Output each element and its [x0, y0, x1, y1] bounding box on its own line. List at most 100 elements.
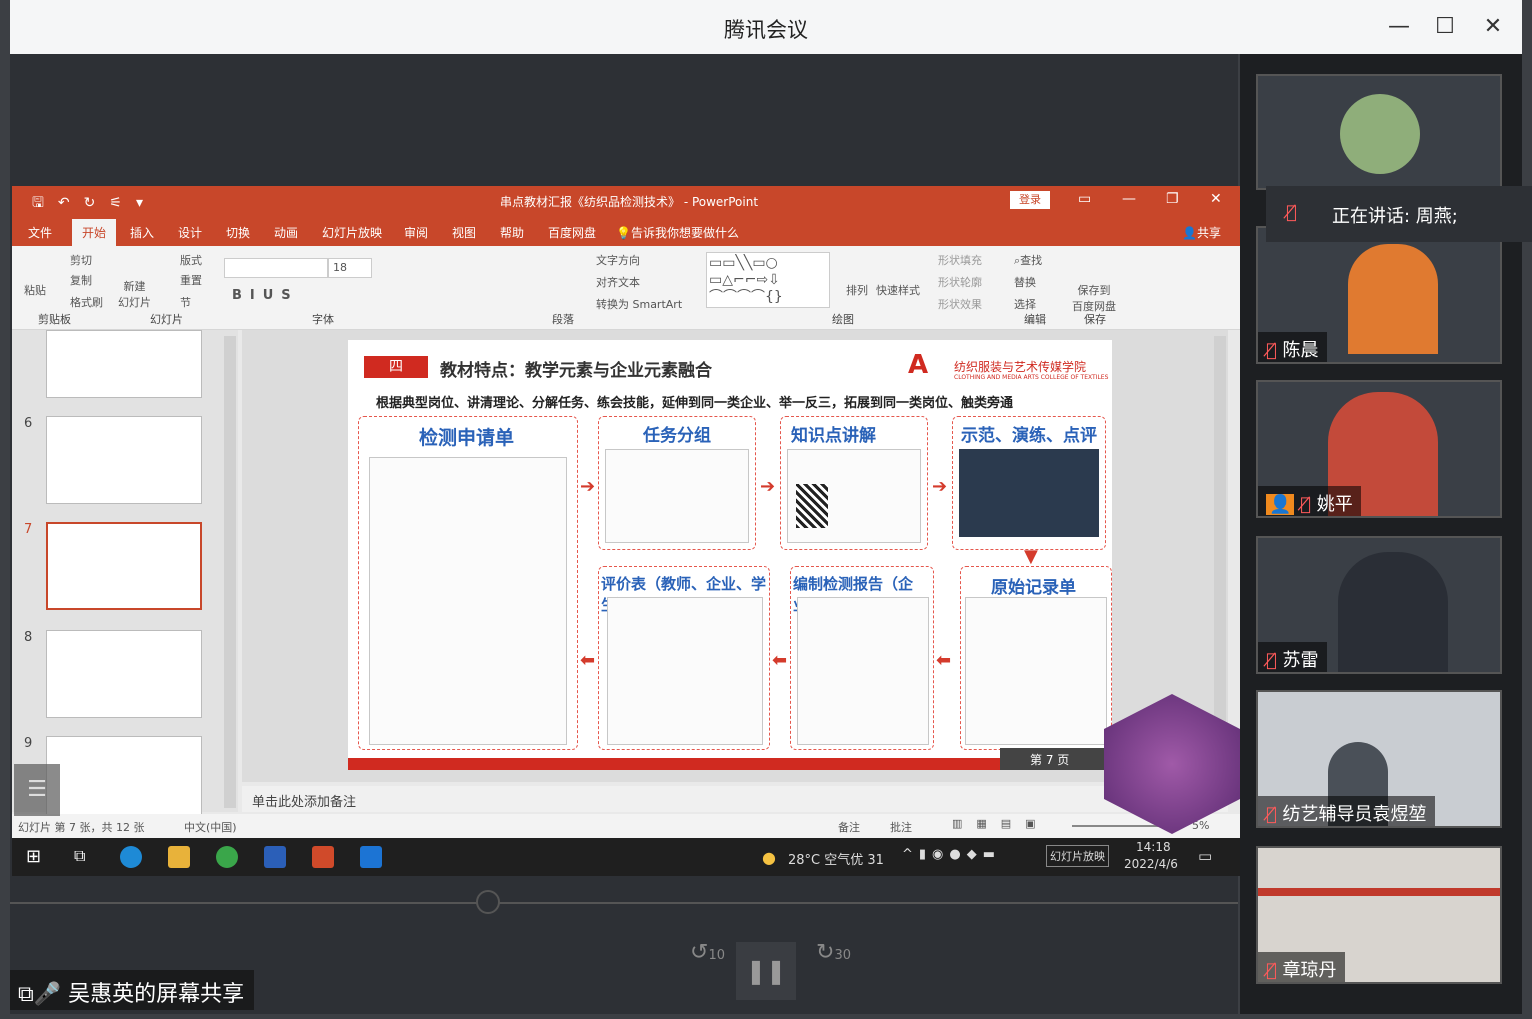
slide-counter: 幻灯片 第 7 张，共 12 张 [18, 821, 145, 834]
tab-review[interactable]: 审阅 [404, 224, 428, 241]
ppt-title-bar: 🖫↶↻⚟▾ 串点教材汇报《纺织品检测技术》 - PowerPoint 登录 ▭ … [12, 186, 1240, 216]
notes-pane[interactable]: 单击此处添加备注 [242, 786, 1228, 812]
file-explorer-icon[interactable] [168, 846, 190, 868]
reset-button[interactable]: 重置 [180, 272, 202, 288]
shape-effects-button[interactable]: 形状效果 [938, 296, 982, 312]
select-button[interactable]: 选择 [1014, 296, 1036, 312]
arrange-button[interactable]: 排列 [846, 282, 868, 298]
tab-file[interactable]: 文件 [28, 224, 52, 241]
slide-thumb-6[interactable] [46, 416, 202, 504]
tab-animations[interactable]: 动画 [274, 224, 298, 241]
new-slide-button[interactable]: 新建 幻灯片 [118, 278, 151, 310]
language-status[interactable]: 中文(中国) [184, 819, 237, 835]
section-button[interactable]: 节 [180, 294, 191, 310]
windows-start-icon[interactable]: ⊞ [26, 846, 48, 868]
participant-name: 姚平 [1316, 494, 1353, 515]
chrome-icon[interactable] [216, 846, 238, 868]
login-button[interactable]: 登录 [1010, 191, 1050, 209]
participant-tile[interactable]: 🎙̸ 章琼丹 [1256, 846, 1502, 984]
cut-button[interactable]: 剪切 [70, 252, 92, 268]
paste-button[interactable]: 粘贴 [24, 282, 46, 298]
ppt-restore-icon[interactable]: ❐ [1166, 191, 1179, 207]
box-heading: 示范、演练、点评 [961, 426, 1097, 446]
align-text-button[interactable]: 对齐文本 [596, 274, 640, 290]
playback-progress-handle[interactable] [476, 890, 500, 914]
replace-button[interactable]: 替换 [1014, 274, 1036, 290]
notification-icon[interactable]: ▭ [1198, 847, 1212, 865]
find-button[interactable]: ⌕查找 [1014, 252, 1042, 268]
share-button[interactable]: 👤共享 [1182, 224, 1221, 241]
view-buttons[interactable]: ▥▦▤▣ [952, 817, 1050, 830]
tab-slideshow[interactable]: 幻灯片放映 [322, 224, 382, 241]
shapes-gallery[interactable]: ▭▭╲╲▭○ ▭△⌐⌐⇨⇩ ⌒⌒⌒⌒{} [706, 252, 830, 308]
tab-home[interactable]: 开始 [72, 219, 117, 246]
tab-baidu[interactable]: 百度网盘 [548, 224, 596, 241]
forward-icon[interactable]: ↻30 [816, 940, 851, 965]
tab-view[interactable]: 视图 [452, 224, 476, 241]
powerpoint-icon[interactable] [312, 846, 334, 868]
mic-muted-icon: 🎙̸ [1300, 494, 1311, 515]
box-report: 编制检测报告（企业） [790, 566, 934, 750]
edge-icon[interactable] [120, 846, 142, 868]
box-application-form: 检测申请单 [358, 416, 578, 750]
box-task-group: 任务分组 [598, 416, 756, 550]
ribbon-display-icon[interactable]: ▭ [1078, 191, 1091, 207]
font-format-icons[interactable]: BIUS [232, 288, 299, 303]
participant-tile[interactable]: 🎙̸ 陈晨 [1256, 226, 1502, 364]
box-evaluation: 评价表（教师、企业、学生） [598, 566, 770, 750]
shape-fill-button[interactable]: 形状填充 [938, 252, 982, 268]
list-menu-icon[interactable]: ☰ [14, 764, 60, 816]
notes-toggle[interactable]: 备注 [838, 819, 860, 835]
font-name-input[interactable] [224, 258, 328, 278]
slide-thumb-9[interactable] [46, 736, 202, 824]
participant-tile[interactable]: 👤 🎙̸ 姚平 [1256, 380, 1502, 518]
layout-button[interactable]: 版式 [180, 252, 202, 268]
tray-icons[interactable]: ^▮◉●◆▬ [902, 847, 1001, 862]
mic-muted-icon: 🎙̸ [1286, 202, 1297, 223]
arrow-left-icon: ⬅ [772, 650, 788, 671]
thumbs-scrollbar[interactable] [224, 336, 236, 808]
user-avatar-icon: 👤 [1266, 494, 1295, 515]
participant-tile[interactable]: 🎙̸ 纺艺辅导员袁煜堃 [1256, 690, 1502, 828]
rewind-icon[interactable]: ↺10 [690, 940, 725, 965]
task-view-icon[interactable]: ⧉ [74, 846, 96, 868]
save-to-baidu-button[interactable]: 保存到 百度网盘 [1072, 282, 1116, 314]
participant-label: 🎙̸ 章琼丹 [1258, 952, 1345, 982]
ppt-close-icon[interactable]: ✕ [1210, 191, 1222, 207]
quick-styles-button[interactable]: 快速样式 [876, 282, 920, 298]
maximize-icon[interactable]: ☐ [1430, 12, 1460, 42]
ppt-minimize-icon[interactable]: — [1122, 191, 1136, 207]
participant-tile[interactable]: 🎙̸ 苏雷 [1256, 536, 1502, 674]
font-size-input[interactable]: 18 [328, 258, 372, 278]
format-painter-button[interactable]: 格式刷 [70, 294, 103, 310]
tab-insert[interactable]: 插入 [130, 224, 154, 241]
word-icon[interactable] [264, 846, 286, 868]
slide-footer-bar [348, 758, 1000, 770]
tab-design[interactable]: 设计 [178, 224, 202, 241]
copy-button[interactable]: 复制 [70, 272, 92, 288]
participant-tile-host[interactable] [1256, 74, 1502, 190]
shape-outline-button[interactable]: 形状轮廓 [938, 274, 982, 290]
pause-button[interactable]: ❚❚ [736, 942, 796, 1000]
tell-me-box[interactable]: 💡告诉我你想要做什么 [616, 224, 739, 241]
playback-progress-bar[interactable] [10, 902, 1238, 904]
canvas-scrollbar[interactable] [1214, 336, 1226, 776]
tab-transitions[interactable]: 切换 [226, 224, 250, 241]
weather-text[interactable]: 28°C 空气优 31 [788, 849, 884, 868]
group-drawing: 绘图 [832, 313, 854, 326]
comments-toggle[interactable]: 批注 [890, 819, 912, 835]
thumb-number: 8 [24, 630, 33, 645]
tab-help[interactable]: 帮助 [500, 224, 524, 241]
quick-access-icons[interactable]: 🖫↶↻⚟▾ [32, 192, 157, 216]
close-icon[interactable]: ✕ [1478, 12, 1508, 42]
text-direction-button[interactable]: 文字方向 [596, 252, 640, 268]
smartart-button[interactable]: 转换为 SmartArt [596, 296, 682, 312]
slide-thumb-8[interactable] [46, 630, 202, 718]
slide-thumb-7[interactable] [46, 522, 202, 610]
powerpoint-window: 🖫↶↻⚟▾ 串点教材汇报《纺织品检测技术》 - PowerPoint 登录 ▭ … [12, 186, 1240, 838]
tencent-meeting-icon[interactable] [360, 846, 382, 868]
slide-thumb-5[interactable] [46, 330, 202, 398]
minimize-icon[interactable]: — [1384, 12, 1414, 42]
slideshow-tray-button[interactable]: 幻灯片放映 [1046, 845, 1109, 867]
form-image [369, 457, 567, 745]
